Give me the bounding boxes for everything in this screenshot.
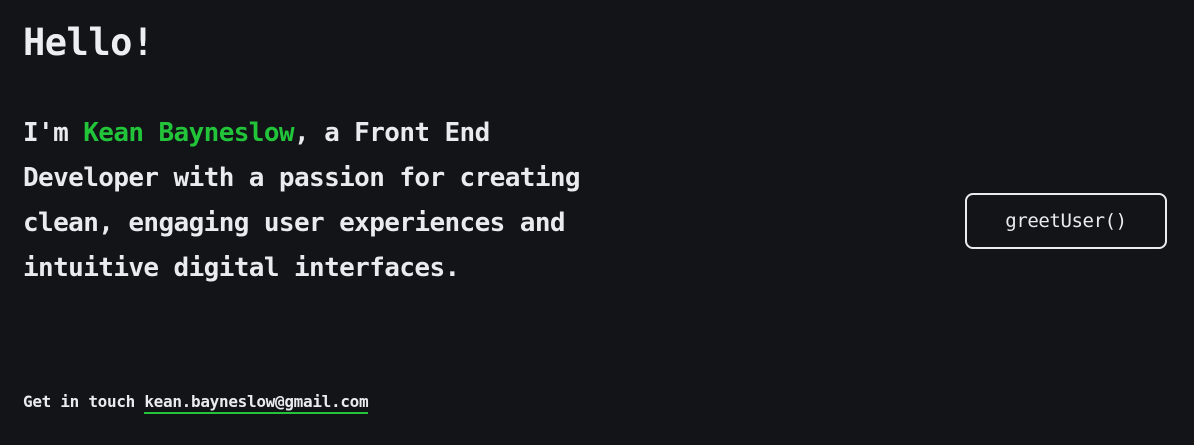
- email-link[interactable]: kean.bayneslow@gmail.com: [144, 392, 369, 414]
- intro-paragraph: I'm Kean Bayneslow, a Front End Develope…: [23, 111, 623, 291]
- contact-line: Get in touch kean.bayneslow@gmail.com: [23, 389, 369, 415]
- page: Hello! I'm Kean Bayneslow, a Front End D…: [0, 0, 1194, 445]
- developer-name: Kean Bayneslow: [83, 118, 294, 148]
- contact-label: Get in touch: [23, 392, 145, 411]
- intro-prefix: I'm: [23, 118, 84, 148]
- greet-user-button[interactable]: greetUser(): [965, 193, 1167, 249]
- greeting-heading: Hello!: [23, 21, 154, 64]
